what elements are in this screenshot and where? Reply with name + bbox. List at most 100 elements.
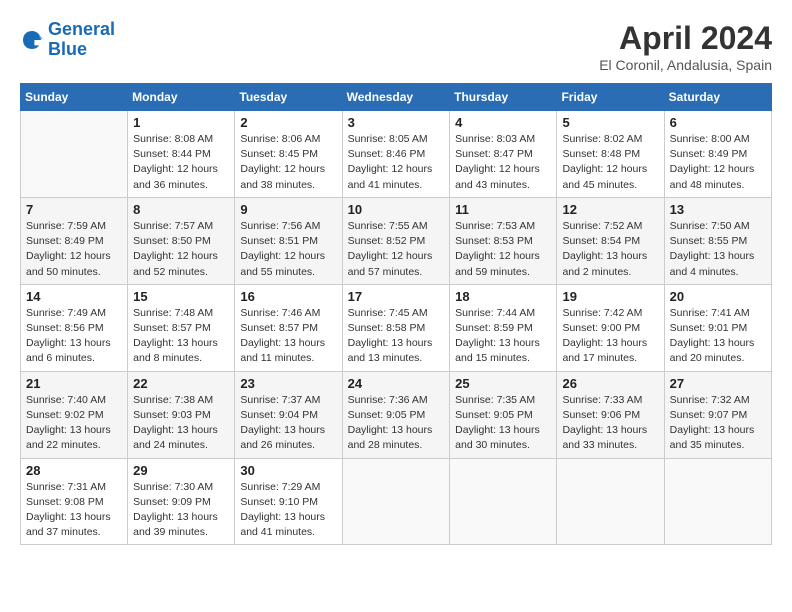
- calendar-cell: 17 Sunrise: 7:45 AM Sunset: 8:58 PM Dayli…: [342, 284, 450, 371]
- day-number: 30: [240, 463, 336, 478]
- day-info: Sunrise: 7:30 AM Sunset: 9:09 PM Dayligh…: [133, 480, 229, 541]
- calendar-cell: 9 Sunrise: 7:56 AM Sunset: 8:51 PM Daylig…: [235, 197, 342, 284]
- day-number: 6: [670, 115, 766, 130]
- calendar-cell: 7 Sunrise: 7:59 AM Sunset: 8:49 PM Daylig…: [21, 197, 128, 284]
- calendar-title: April 2024: [599, 20, 772, 57]
- day-info: Sunrise: 7:44 AM Sunset: 8:59 PM Dayligh…: [455, 306, 551, 367]
- calendar-cell: 24Sunrise: 7:36 AM Sunset: 9:05 PM Dayli…: [342, 371, 450, 458]
- day-number: 3: [348, 115, 445, 130]
- logo-icon: [20, 28, 44, 52]
- day-info: Sunrise: 7:56 AM Sunset: 8:51 PM Dayligh…: [240, 219, 336, 280]
- day-number: 24: [348, 376, 445, 391]
- day-info: Sunrise: 7:59 AM Sunset: 8:49 PM Dayligh…: [26, 219, 122, 280]
- logo: General Blue: [20, 20, 115, 60]
- day-info: Sunrise: 7:48 AM Sunset: 8:57 PM Dayligh…: [133, 306, 229, 367]
- day-info: Sunrise: 7:49 AM Sunset: 8:56 PM Dayligh…: [26, 306, 122, 367]
- day-number: 27: [670, 376, 766, 391]
- day-number: 7: [26, 202, 122, 217]
- calendar-cell: [450, 458, 557, 545]
- calendar-cell: 21Sunrise: 7:40 AM Sunset: 9:02 PM Dayli…: [21, 371, 128, 458]
- day-number: 22: [133, 376, 229, 391]
- day-number: 13: [670, 202, 766, 217]
- week-row-2: 7 Sunrise: 7:59 AM Sunset: 8:49 PM Daylig…: [21, 197, 772, 284]
- calendar-cell: 20 Sunrise: 7:41 AM Sunset: 9:01 PM Dayli…: [664, 284, 771, 371]
- day-number: 1: [133, 115, 229, 130]
- logo-text: General Blue: [48, 20, 115, 60]
- day-info: Sunrise: 7:53 AM Sunset: 8:53 PM Dayligh…: [455, 219, 551, 280]
- calendar-cell: 27Sunrise: 7:32 AM Sunset: 9:07 PM Dayli…: [664, 371, 771, 458]
- day-number: 19: [562, 289, 658, 304]
- week-row-1: 1 Sunrise: 8:08 AM Sunset: 8:44 PM Daylig…: [21, 111, 772, 198]
- calendar-cell: 26 Sunrise: 7:33 AM Sunset: 9:06 PM Dayli…: [557, 371, 664, 458]
- day-number: 26: [562, 376, 658, 391]
- calendar-cell: [557, 458, 664, 545]
- day-info: Sunrise: 7:42 AM Sunset: 9:00 PM Dayligh…: [562, 306, 658, 367]
- calendar-cell: 5 Sunrise: 8:02 AM Sunset: 8:48 PM Daylig…: [557, 111, 664, 198]
- day-info: Sunrise: 8:02 AM Sunset: 8:48 PM Dayligh…: [562, 132, 658, 193]
- day-info: Sunrise: 7:55 AM Sunset: 8:52 PM Dayligh…: [348, 219, 445, 280]
- column-header-sunday: Sunday: [21, 84, 128, 111]
- column-header-saturday: Saturday: [664, 84, 771, 111]
- calendar-cell: 14 Sunrise: 7:49 AM Sunset: 8:56 PM Dayli…: [21, 284, 128, 371]
- calendar-cell: 23 Sunrise: 7:37 AM Sunset: 9:04 PM Dayli…: [235, 371, 342, 458]
- day-number: 17: [348, 289, 445, 304]
- day-info: Sunrise: 7:57 AM Sunset: 8:50 PM Dayligh…: [133, 219, 229, 280]
- calendar-cell: [342, 458, 450, 545]
- header: General Blue April 2024 El Coronil, Anda…: [20, 20, 772, 73]
- day-number: 18: [455, 289, 551, 304]
- day-info: Sunrise: 7:38 AM Sunset: 9:03 PM Dayligh…: [133, 393, 229, 454]
- week-row-4: 21Sunrise: 7:40 AM Sunset: 9:02 PM Dayli…: [21, 371, 772, 458]
- week-row-5: 28 Sunrise: 7:31 AM Sunset: 9:08 PM Dayli…: [21, 458, 772, 545]
- day-info: Sunrise: 7:33 AM Sunset: 9:06 PM Dayligh…: [562, 393, 658, 454]
- day-number: 15: [133, 289, 229, 304]
- day-info: Sunrise: 8:08 AM Sunset: 8:44 PM Dayligh…: [133, 132, 229, 193]
- day-info: Sunrise: 8:00 AM Sunset: 8:49 PM Dayligh…: [670, 132, 766, 193]
- title-block: April 2024 El Coronil, Andalusia, Spain: [599, 20, 772, 73]
- day-info: Sunrise: 8:05 AM Sunset: 8:46 PM Dayligh…: [348, 132, 445, 193]
- calendar-cell: 13Sunrise: 7:50 AM Sunset: 8:55 PM Dayli…: [664, 197, 771, 284]
- calendar-cell: 30 Sunrise: 7:29 AM Sunset: 9:10 PM Dayli…: [235, 458, 342, 545]
- day-number: 23: [240, 376, 336, 391]
- day-info: Sunrise: 7:29 AM Sunset: 9:10 PM Dayligh…: [240, 480, 336, 541]
- calendar-cell: 8 Sunrise: 7:57 AM Sunset: 8:50 PM Daylig…: [128, 197, 235, 284]
- day-info: Sunrise: 7:41 AM Sunset: 9:01 PM Dayligh…: [670, 306, 766, 367]
- calendar-subtitle: El Coronil, Andalusia, Spain: [599, 57, 772, 73]
- day-number: 5: [562, 115, 658, 130]
- day-number: 25: [455, 376, 551, 391]
- day-number: 28: [26, 463, 122, 478]
- day-number: 20: [670, 289, 766, 304]
- calendar-cell: 29 Sunrise: 7:30 AM Sunset: 9:09 PM Dayli…: [128, 458, 235, 545]
- day-number: 29: [133, 463, 229, 478]
- calendar-cell: 22 Sunrise: 7:38 AM Sunset: 9:03 PM Dayli…: [128, 371, 235, 458]
- calendar-cell: 15 Sunrise: 7:48 AM Sunset: 8:57 PM Dayli…: [128, 284, 235, 371]
- day-info: Sunrise: 7:31 AM Sunset: 9:08 PM Dayligh…: [26, 480, 122, 541]
- day-info: Sunrise: 8:06 AM Sunset: 8:45 PM Dayligh…: [240, 132, 336, 193]
- calendar-cell: [21, 111, 128, 198]
- calendar-cell: 28 Sunrise: 7:31 AM Sunset: 9:08 PM Dayli…: [21, 458, 128, 545]
- column-header-tuesday: Tuesday: [235, 84, 342, 111]
- day-info: Sunrise: 7:46 AM Sunset: 8:57 PM Dayligh…: [240, 306, 336, 367]
- day-number: 9: [240, 202, 336, 217]
- calendar-cell: 19 Sunrise: 7:42 AM Sunset: 9:00 PM Dayli…: [557, 284, 664, 371]
- day-number: 16: [240, 289, 336, 304]
- day-info: Sunrise: 7:35 AM Sunset: 9:05 PM Dayligh…: [455, 393, 551, 454]
- calendar-cell: 25 Sunrise: 7:35 AM Sunset: 9:05 PM Dayli…: [450, 371, 557, 458]
- day-info: Sunrise: 7:52 AM Sunset: 8:54 PM Dayligh…: [562, 219, 658, 280]
- day-info: Sunrise: 7:37 AM Sunset: 9:04 PM Dayligh…: [240, 393, 336, 454]
- day-number: 8: [133, 202, 229, 217]
- day-number: 11: [455, 202, 551, 217]
- day-info: Sunrise: 7:45 AM Sunset: 8:58 PM Dayligh…: [348, 306, 445, 367]
- calendar-table: SundayMondayTuesdayWednesdayThursdayFrid…: [20, 83, 772, 545]
- calendar-cell: 3 Sunrise: 8:05 AM Sunset: 8:46 PM Daylig…: [342, 111, 450, 198]
- column-header-monday: Monday: [128, 84, 235, 111]
- day-info: Sunrise: 8:03 AM Sunset: 8:47 PM Dayligh…: [455, 132, 551, 193]
- column-header-wednesday: Wednesday: [342, 84, 450, 111]
- day-number: 12: [562, 202, 658, 217]
- calendar-cell: 4Sunrise: 8:03 AM Sunset: 8:47 PM Daylig…: [450, 111, 557, 198]
- day-number: 10: [348, 202, 445, 217]
- calendar-cell: 11 Sunrise: 7:53 AM Sunset: 8:53 PM Dayli…: [450, 197, 557, 284]
- column-header-thursday: Thursday: [450, 84, 557, 111]
- day-info: Sunrise: 7:40 AM Sunset: 9:02 PM Dayligh…: [26, 393, 122, 454]
- day-number: 14: [26, 289, 122, 304]
- calendar-cell: 1 Sunrise: 8:08 AM Sunset: 8:44 PM Daylig…: [128, 111, 235, 198]
